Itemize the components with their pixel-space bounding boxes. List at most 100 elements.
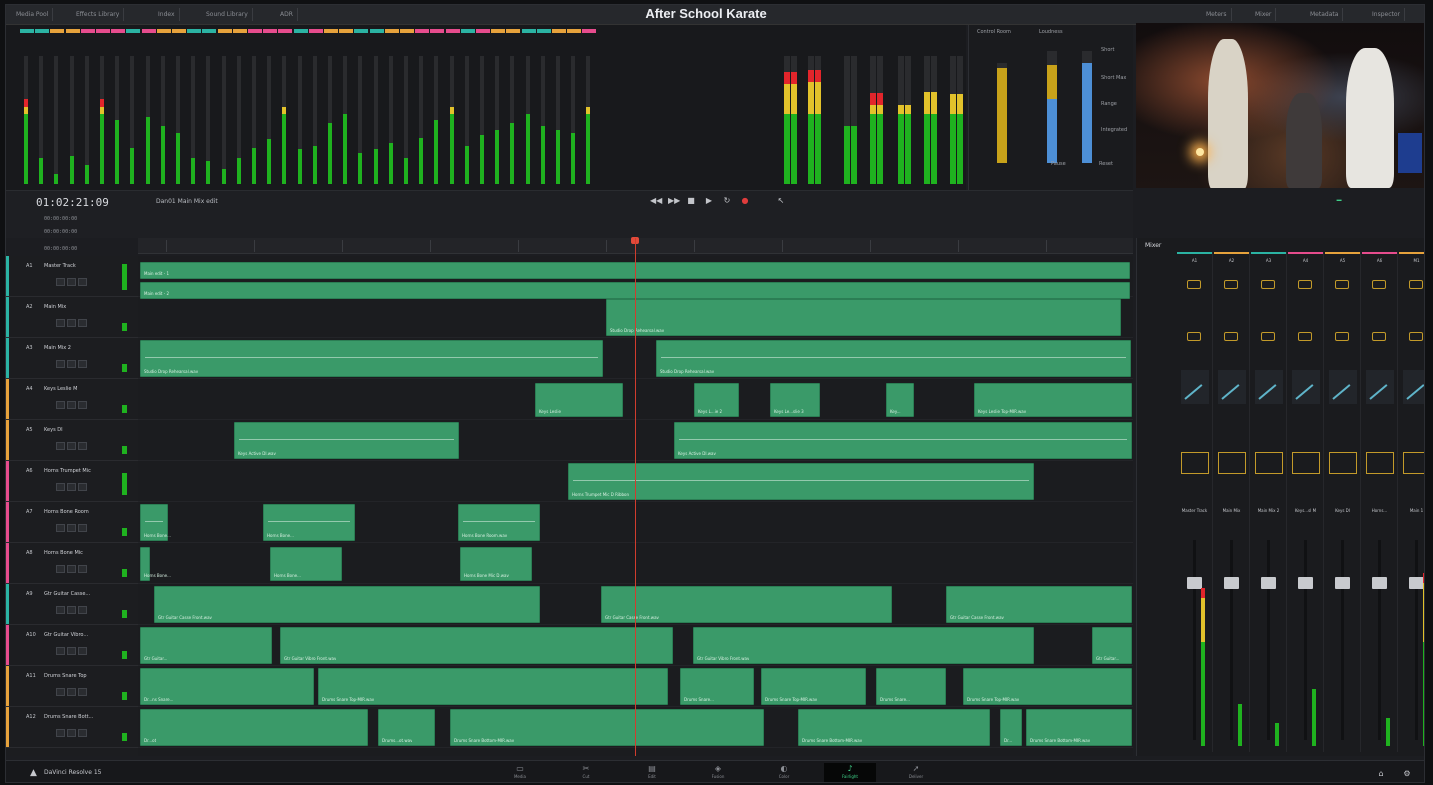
solo-button[interactable] bbox=[67, 442, 76, 450]
input-selector-knob[interactable] bbox=[1261, 280, 1275, 289]
solo-button[interactable] bbox=[67, 606, 76, 614]
audio-clip[interactable]: Key... bbox=[886, 383, 914, 417]
solo-button[interactable] bbox=[67, 278, 76, 286]
effects-slot[interactable] bbox=[1372, 332, 1386, 341]
home-icon[interactable]: ⌂ bbox=[1376, 769, 1386, 779]
dynamics-display[interactable] bbox=[1329, 452, 1357, 474]
mute-button[interactable] bbox=[78, 647, 87, 655]
audio-clip[interactable]: Keys Le...slie 3 bbox=[770, 383, 820, 417]
audio-clip[interactable]: Drums Snare Bottom-MIR.wav bbox=[798, 709, 990, 746]
solo-button[interactable] bbox=[67, 565, 76, 573]
solo-button[interactable] bbox=[67, 688, 76, 696]
page-tab-deliver[interactable]: ➚ Deliver bbox=[890, 763, 942, 782]
mute-button[interactable] bbox=[78, 688, 87, 696]
effects-slot[interactable] bbox=[1187, 332, 1201, 341]
mute-button[interactable] bbox=[78, 278, 87, 286]
page-tab-media[interactable]: ▭ Media bbox=[494, 763, 546, 782]
effects-slot[interactable] bbox=[1261, 332, 1275, 341]
audio-clip[interactable]: Studio Drop Rehearsal.wav bbox=[606, 299, 1121, 336]
input-selector-knob[interactable] bbox=[1335, 280, 1349, 289]
eq-curve-display[interactable] bbox=[1366, 370, 1394, 404]
audio-clip[interactable]: Drums Snare Top-MIR.wav bbox=[761, 668, 866, 705]
audio-clip[interactable]: Horns Bone Room.wav bbox=[458, 504, 540, 541]
solo-button[interactable] bbox=[67, 647, 76, 655]
audio-clip[interactable]: Horns Trumpet Mic D Ribbon bbox=[568, 463, 1034, 500]
track-header[interactable]: A8 Horns Bone Mic bbox=[6, 543, 138, 584]
adr-button[interactable]: ADR bbox=[276, 8, 298, 21]
solo-button[interactable] bbox=[67, 319, 76, 327]
audio-clip[interactable]: Dr... bbox=[1000, 709, 1022, 746]
audio-clip[interactable]: Drums Snare Top-MIR.wav bbox=[318, 668, 668, 705]
effects-library-button[interactable]: Effects Library bbox=[72, 8, 125, 21]
track-header[interactable]: A2 Main Mix bbox=[6, 297, 138, 338]
audio-clip[interactable]: Horns Bone... bbox=[263, 504, 355, 541]
fader-handle[interactable] bbox=[1261, 577, 1276, 589]
fader-handle[interactable] bbox=[1224, 577, 1239, 589]
audio-clip[interactable]: Studio Drop Rehearsal.wav bbox=[656, 340, 1131, 377]
eq-curve-display[interactable] bbox=[1218, 370, 1246, 404]
mute-button[interactable] bbox=[78, 524, 87, 532]
meters-button[interactable]: Meters bbox=[1202, 8, 1232, 21]
mute-button[interactable] bbox=[78, 606, 87, 614]
audio-clip[interactable]: Keys Active DI.wav bbox=[674, 422, 1132, 459]
audio-clip[interactable]: Horns Bone... bbox=[140, 504, 171, 541]
dynamics-display[interactable] bbox=[1292, 452, 1320, 474]
track-header[interactable]: A12 Drums Snare Bott... bbox=[6, 707, 138, 748]
audio-clip[interactable]: Horns Bone... bbox=[270, 547, 342, 581]
audio-clip[interactable]: Horns Bone... bbox=[140, 547, 171, 581]
index-button[interactable]: Index bbox=[154, 8, 180, 21]
audio-clip[interactable]: Drums Snare Bottom-MIR.wav bbox=[1026, 709, 1132, 746]
audio-clip[interactable]: Gtr Guitar Vibro Front.wav bbox=[280, 627, 673, 664]
effects-slot[interactable] bbox=[1409, 332, 1423, 341]
audio-clip[interactable]: Keys Leslie bbox=[535, 383, 623, 417]
track-header[interactable]: A5 Keys DI bbox=[6, 420, 138, 461]
audio-clip[interactable]: Drums...ot.wav bbox=[378, 709, 435, 746]
audio-clip[interactable]: Gtr Guitar Casse Front.wav bbox=[601, 586, 892, 623]
track-header[interactable]: A1 Master Track bbox=[6, 256, 138, 297]
play-icon[interactable]: ▶ bbox=[704, 196, 714, 206]
effects-slot[interactable] bbox=[1335, 332, 1349, 341]
record-arm-button[interactable] bbox=[56, 483, 65, 491]
audio-clip[interactable]: Drums Snare Top-MIR.wav bbox=[963, 668, 1132, 705]
record-arm-button[interactable] bbox=[56, 729, 65, 737]
eq-curve-display[interactable] bbox=[1181, 370, 1209, 404]
record-arm-button[interactable] bbox=[56, 319, 65, 327]
audio-clip[interactable]: Dr...ns Snare... bbox=[140, 668, 314, 705]
input-selector-knob[interactable] bbox=[1409, 280, 1423, 289]
page-tab-edit[interactable]: ▤ Edit bbox=[626, 763, 678, 782]
effects-slot[interactable] bbox=[1224, 332, 1238, 341]
audio-clip[interactable]: Keys Leslie Top-MIR.wav bbox=[974, 383, 1132, 417]
mute-button[interactable] bbox=[78, 729, 87, 737]
solo-button[interactable] bbox=[67, 729, 76, 737]
audio-clip[interactable]: Keys Active DI.wav bbox=[234, 422, 459, 459]
track-header[interactable]: A7 Horns Bone Room bbox=[6, 502, 138, 543]
solo-button[interactable] bbox=[67, 401, 76, 409]
effects-slot[interactable] bbox=[1298, 332, 1312, 341]
dynamics-display[interactable] bbox=[1403, 452, 1424, 474]
timeline-name[interactable]: Dan01 Main Mix edit bbox=[156, 198, 218, 205]
audio-clip[interactable]: Horns Bone Mic D.wav bbox=[460, 547, 532, 581]
loudness-pause-button[interactable]: Pause bbox=[1051, 161, 1066, 167]
page-tab-fusion[interactable]: ◈ Fusion bbox=[692, 763, 744, 782]
audio-clip[interactable]: Drums Snare... bbox=[680, 668, 754, 705]
audio-clip[interactable]: Keys L...ie 2 bbox=[694, 383, 739, 417]
zoom-slider-icon[interactable]: ━ bbox=[1334, 196, 1344, 206]
dynamics-display[interactable] bbox=[1181, 452, 1209, 474]
track-header[interactable]: A4 Keys Leslie M bbox=[6, 379, 138, 420]
audio-clip[interactable]: Gtr Guitar... bbox=[140, 627, 272, 664]
mute-button[interactable] bbox=[78, 401, 87, 409]
fader-handle[interactable] bbox=[1372, 577, 1387, 589]
track-header[interactable]: A10 Gtr Guitar Vibro... bbox=[6, 625, 138, 666]
record-arm-button[interactable] bbox=[56, 401, 65, 409]
record-arm-button[interactable] bbox=[56, 647, 65, 655]
solo-button[interactable] bbox=[67, 524, 76, 532]
record-arm-button[interactable] bbox=[56, 278, 65, 286]
mixer-button[interactable]: Mixer bbox=[1251, 8, 1277, 21]
dynamics-display[interactable] bbox=[1366, 452, 1394, 474]
mute-button[interactable] bbox=[78, 360, 87, 368]
fader-handle[interactable] bbox=[1409, 577, 1424, 589]
audio-clip[interactable]: Drums Snare Bottom-MIR.wav bbox=[450, 709, 764, 746]
record-arm-button[interactable] bbox=[56, 606, 65, 614]
mute-button[interactable] bbox=[78, 565, 87, 573]
eq-curve-display[interactable] bbox=[1255, 370, 1283, 404]
